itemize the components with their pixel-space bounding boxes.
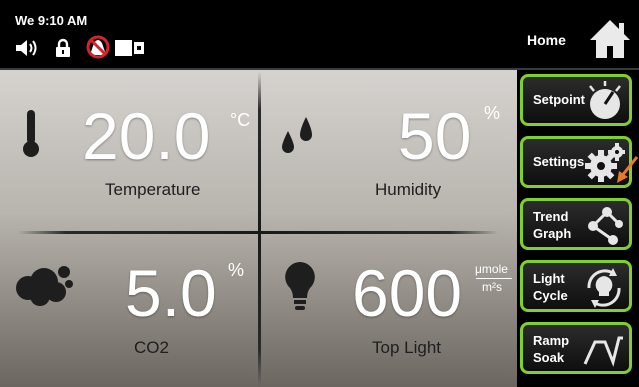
- ramp-soak-button[interactable]: Ramp Soak: [520, 322, 632, 374]
- ramp-soak-icon: [583, 336, 623, 367]
- network-graph-icon: [588, 207, 623, 245]
- side-menu: Setpoint Settings Trend Graph Light Cycl…: [517, 70, 639, 387]
- gas-cloud-icon: [16, 266, 73, 306]
- pointer-arrow-icon: [617, 156, 639, 183]
- lock-icon[interactable]: [55, 38, 71, 58]
- light-value[interactable]: 600: [352, 260, 462, 326]
- light-cycle-label-1: Light: [533, 271, 565, 286]
- trend-graph-button[interactable]: Trend Graph: [520, 198, 632, 250]
- water-drops-icon: [282, 117, 312, 153]
- trend-graph-label-1: Trend: [533, 209, 569, 224]
- light-unit-bottom: m²s: [482, 280, 502, 294]
- speaker-icon[interactable]: [15, 38, 41, 58]
- light-label: Top Light: [372, 338, 441, 357]
- humidity-label: Humidity: [375, 180, 442, 199]
- ramp-soak-label-2: Soak: [533, 350, 565, 365]
- ramp-soak-label-1: Ramp: [533, 333, 570, 348]
- temperature-value[interactable]: 20.0: [82, 103, 210, 169]
- home-icon[interactable]: [588, 18, 632, 60]
- co2-value[interactable]: 5.0: [125, 260, 217, 326]
- door-icon[interactable]: [115, 39, 145, 57]
- temperature-unit: °C: [230, 110, 251, 130]
- humidity-value[interactable]: 50: [398, 103, 471, 169]
- co2-unit: %: [228, 260, 245, 280]
- settings-label: Settings: [533, 154, 585, 169]
- thermometer-icon: [23, 110, 39, 157]
- light-bulb-icon: [285, 262, 315, 310]
- status-bar: We 9:10 AM Home: [0, 0, 639, 70]
- light-unit-fraction-line: [476, 278, 512, 279]
- co2-label: CO2: [134, 338, 169, 357]
- light-cycle-button[interactable]: Light Cycle: [520, 260, 632, 312]
- readings-panel: 20.0 °C Temperature 50 % Humidity 5.0 % …: [0, 70, 517, 387]
- clock: We 9:10 AM: [15, 13, 88, 28]
- light-cycle-icon: [587, 268, 621, 308]
- home-label[interactable]: Home: [527, 32, 566, 48]
- divider-vertical: [258, 72, 261, 387]
- temperature-label: Temperature: [105, 180, 201, 199]
- setpoint-button[interactable]: Setpoint: [520, 74, 632, 126]
- light-unit-top: μmole: [475, 262, 508, 276]
- divider-horizontal: [18, 231, 498, 234]
- trend-graph-label-2: Graph: [533, 226, 572, 241]
- light-cycle-label-2: Cycle: [533, 288, 568, 303]
- humidity-unit: %: [484, 103, 501, 123]
- no-alarm-icon[interactable]: [85, 35, 111, 59]
- dial-icon: [589, 81, 621, 119]
- setpoint-label: Setpoint: [533, 92, 585, 107]
